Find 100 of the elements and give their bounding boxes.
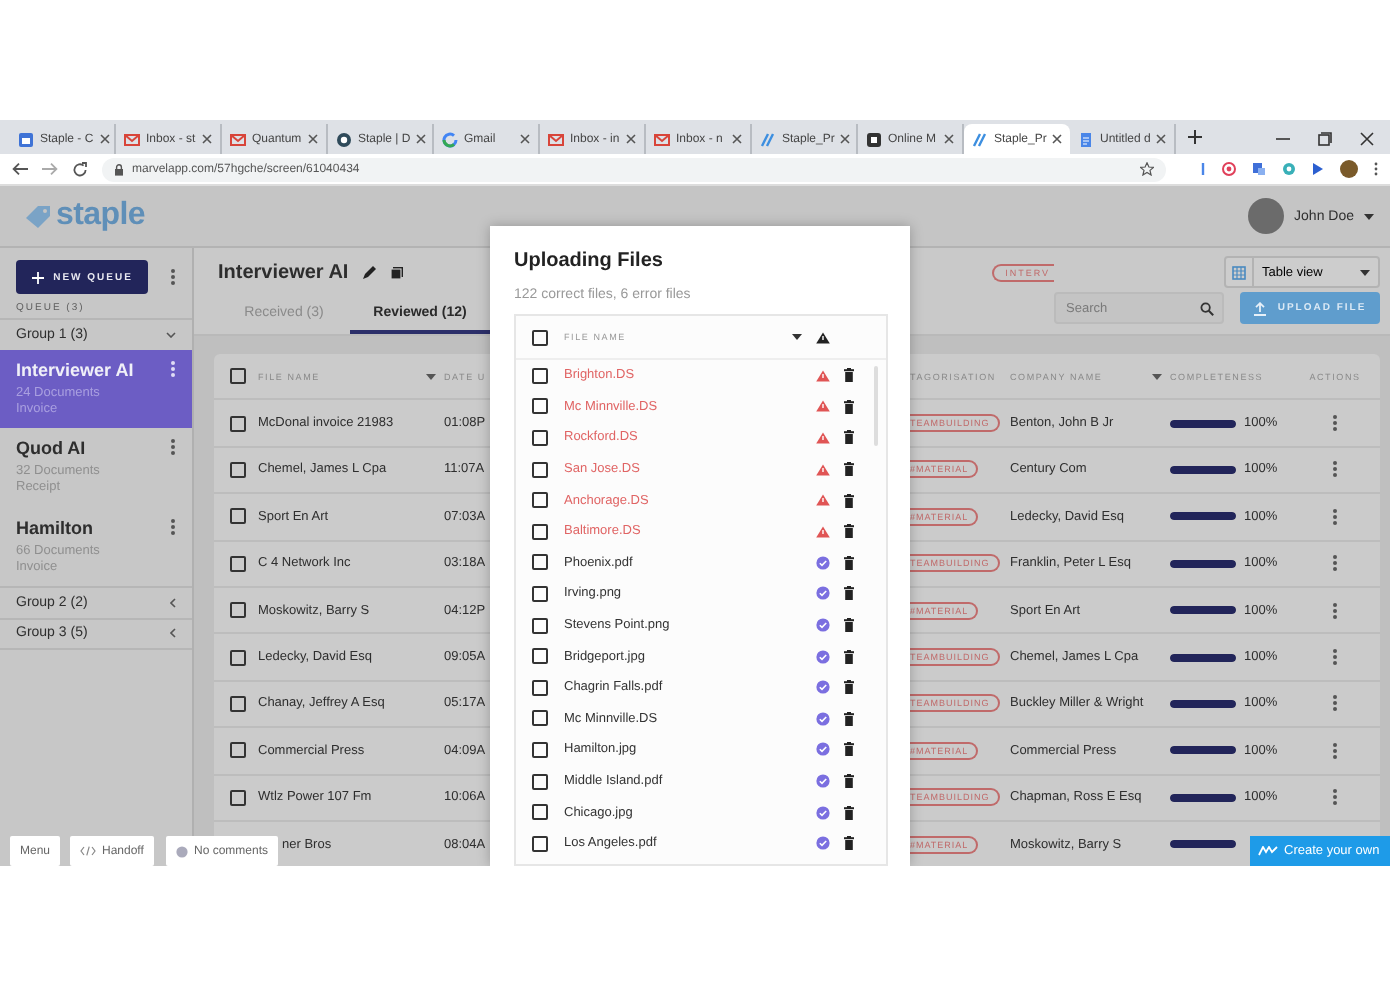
queue-name: Interviewer AI	[16, 360, 134, 380]
close-icon[interactable]	[944, 134, 954, 144]
trash-icon[interactable]	[844, 430, 854, 445]
close-icon[interactable]	[626, 134, 636, 144]
play-icon[interactable]	[1312, 162, 1324, 176]
checkbox[interactable]	[532, 429, 548, 446]
trash-icon[interactable]	[844, 711, 854, 726]
checkbox[interactable]	[230, 602, 246, 619]
plus-icon[interactable]	[1188, 130, 1202, 144]
checkbox[interactable]	[532, 679, 548, 696]
close-icon[interactable]	[1156, 134, 1167, 144]
multicolor-ring-icon	[442, 131, 458, 147]
vertical-dots-icon[interactable]	[170, 360, 176, 378]
checkbox[interactable]	[230, 368, 246, 385]
queue-title: Interviewer AI	[218, 261, 349, 283]
checkbox[interactable]	[532, 804, 548, 821]
close-icon[interactable]	[840, 134, 851, 144]
checkbox[interactable]	[230, 508, 246, 525]
minimize-icon[interactable]	[1276, 132, 1290, 146]
checkbox[interactable]	[532, 329, 548, 345]
vertical-dots-icon[interactable]	[170, 438, 176, 457]
checkbox[interactable]	[230, 415, 246, 432]
vertical-dots-icon[interactable]	[170, 268, 176, 286]
extension-icon[interactable]	[1200, 162, 1206, 176]
checkbox[interactable]	[230, 461, 246, 478]
checkbox[interactable]	[532, 492, 548, 509]
logo-text: staple	[56, 198, 145, 234]
close-icon[interactable]	[308, 134, 318, 144]
checkbox[interactable]	[230, 742, 246, 759]
checkbox[interactable]	[532, 773, 548, 790]
calendar-icon	[18, 131, 34, 147]
ring-icon	[336, 131, 352, 147]
close-icon[interactable]	[1052, 134, 1063, 144]
trash-icon[interactable]	[844, 462, 854, 477]
vertical-dots-icon[interactable]	[1332, 741, 1338, 760]
checkbox[interactable]	[532, 523, 548, 540]
vertical-dots-icon[interactable]	[1332, 554, 1338, 573]
checkbox[interactable]	[230, 649, 246, 666]
vertical-dots-icon[interactable]	[1332, 694, 1338, 713]
trash-icon[interactable]	[844, 742, 854, 757]
checkbox[interactable]	[532, 835, 548, 852]
checkbox[interactable]	[230, 695, 246, 712]
trash-icon[interactable]	[844, 586, 854, 601]
checkbox[interactable]	[230, 789, 246, 806]
vertical-dots-icon[interactable]	[1332, 460, 1338, 479]
avatar[interactable]	[1248, 198, 1285, 234]
extension-icon[interactable]	[1252, 162, 1266, 176]
checkbox[interactable]	[532, 617, 548, 634]
copy-icon[interactable]	[390, 265, 405, 279]
close-icon[interactable]	[520, 134, 530, 144]
extension-icon[interactable]	[1222, 162, 1236, 176]
checkbox[interactable]	[532, 461, 548, 478]
checkbox[interactable]	[532, 741, 548, 758]
checkbox[interactable]	[532, 398, 548, 415]
checkbox[interactable]	[532, 710, 548, 727]
checkbox[interactable]	[532, 648, 548, 665]
envelope-icon	[654, 131, 670, 147]
trash-icon[interactable]	[844, 524, 854, 539]
trash-icon[interactable]	[844, 368, 854, 383]
avatar[interactable]	[1340, 160, 1358, 178]
caret-icon	[426, 373, 436, 380]
checkbox[interactable]	[532, 585, 548, 602]
caret-icon	[1360, 269, 1370, 275]
vertical-dots-icon[interactable]	[1332, 648, 1338, 667]
vertical-dots-icon[interactable]	[1332, 414, 1338, 433]
logo-icon	[1258, 846, 1278, 856]
trash-icon[interactable]	[844, 805, 854, 820]
vertical-dots-icon[interactable]	[170, 517, 176, 535]
lock-icon	[114, 163, 124, 175]
vertical-dots-icon[interactable]	[1332, 507, 1338, 526]
trash-icon[interactable]	[844, 493, 854, 508]
close-icon[interactable]	[202, 134, 212, 144]
trash-icon[interactable]	[844, 774, 854, 789]
close-icon[interactable]	[99, 134, 110, 144]
trash-icon[interactable]	[844, 399, 854, 414]
code-icon	[80, 846, 96, 856]
caret-icon	[1364, 213, 1374, 219]
star-icon[interactable]	[1140, 162, 1154, 176]
reload-icon[interactable]	[72, 161, 88, 177]
pencil-icon[interactable]	[362, 265, 377, 279]
checkbox[interactable]	[532, 554, 548, 571]
warning-icon	[816, 331, 830, 343]
vertical-dots-icon[interactable]	[1332, 601, 1338, 620]
grid-icon	[1232, 265, 1246, 279]
extension-icon[interactable]	[1282, 162, 1296, 176]
envelope-icon	[548, 131, 564, 147]
restore-icon[interactable]	[1318, 132, 1332, 146]
queue-name: Quod AI	[16, 438, 88, 459]
trash-icon[interactable]	[844, 555, 854, 570]
trash-icon[interactable]	[844, 836, 854, 851]
close-icon[interactable]	[732, 134, 742, 144]
close-icon[interactable]	[1360, 132, 1374, 146]
close-icon[interactable]	[416, 134, 427, 144]
checkbox[interactable]	[532, 367, 548, 384]
trash-icon[interactable]	[844, 618, 854, 633]
trash-icon[interactable]	[844, 649, 854, 664]
vertical-dots-icon[interactable]	[1332, 788, 1338, 807]
checkbox[interactable]	[230, 555, 246, 572]
back-arrow-icon[interactable]	[12, 162, 28, 176]
trash-icon[interactable]	[844, 680, 854, 695]
